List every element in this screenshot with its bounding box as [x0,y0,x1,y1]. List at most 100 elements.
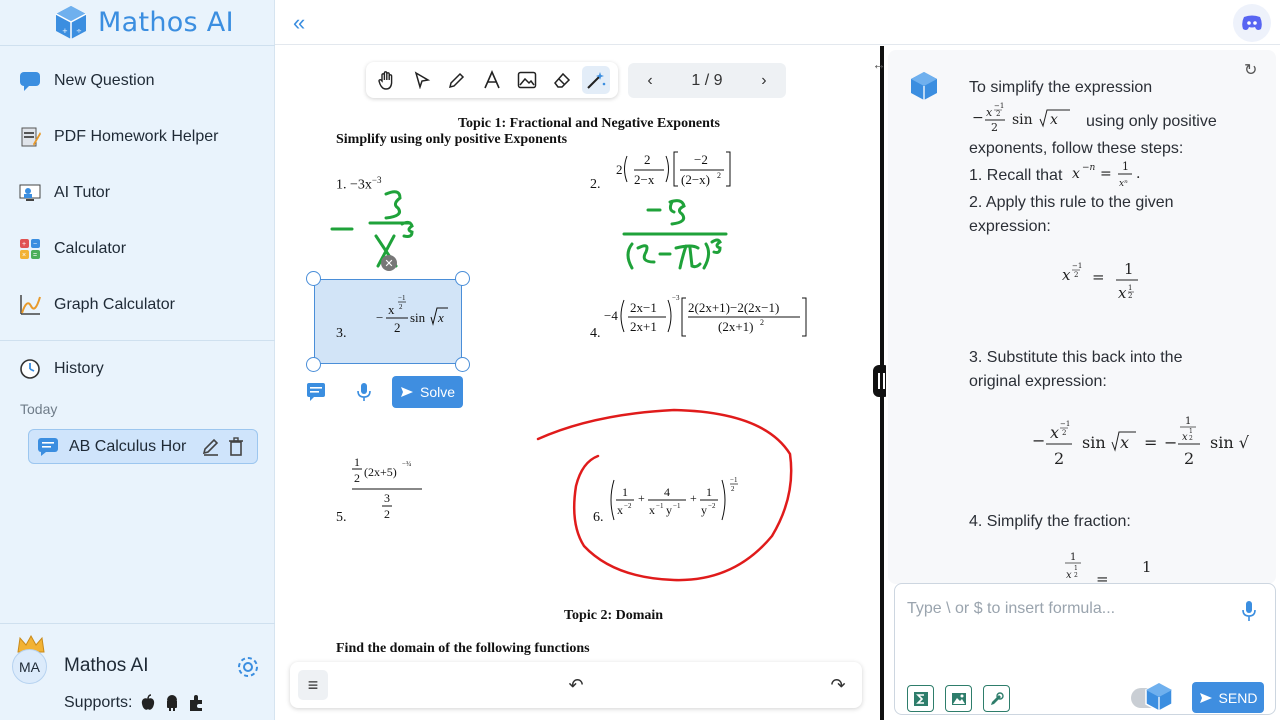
discord-icon[interactable] [1233,4,1271,42]
svg-text:x: x [1120,433,1129,452]
chat-bubble-icon [18,69,42,93]
select-tool-icon[interactable] [408,66,436,94]
send-button[interactable]: SEND [1192,682,1264,713]
substituted-expression: − x −12 2 sin x = − 1x12 2 sin √ [1032,416,1250,468]
delete-icon[interactable] [227,436,245,457]
svg-text:xⁿ: xⁿ [1119,179,1128,189]
close-icon[interactable]: ✕ [381,255,397,271]
redo-icon[interactable]: ↷ [823,670,853,700]
rule-applied-expression: x −12 = 1x 12 [1062,260,1138,302]
apple-icon[interactable] [140,694,156,712]
svg-text:x: x [1050,423,1059,442]
resize-handle[interactable] [455,271,470,286]
history-item-label: AB Calculus Hor [69,437,187,455]
svg-text:−n: −n [1082,163,1096,173]
supports-row: Supports: [64,694,204,712]
text-tool-icon[interactable] [478,66,506,94]
avatar[interactable]: MA [12,649,47,684]
hand-tool-icon[interactable] [373,66,401,94]
microphone-icon[interactable] [1241,600,1257,622]
sidebar-item-new-question[interactable]: New Question [18,66,155,96]
magic-wand-tool-icon[interactable] [582,66,611,94]
divider [0,623,275,624]
pen-input-icon[interactable] [983,685,1010,712]
sidebar-item-history[interactable]: History [18,354,104,384]
svg-text:1: 1 [1122,160,1129,173]
svg-text:sin: sin [1012,112,1033,128]
chat-panel: ↻ To simplify the expression − x −1 2 2 si… [886,46,1280,720]
svg-text:2: 2 [1062,429,1066,437]
chat-input-box[interactable]: Type \ or $ to insert formula... SEND [894,583,1276,715]
svg-text:−: − [1164,433,1177,452]
topic1-title: Topic 1: Fractional and Negative Exponen… [458,116,720,131]
solve-button[interactable]: Solve [392,376,463,408]
svg-text:2: 2 [717,171,721,180]
resize-handle[interactable] [306,357,321,372]
svg-text:4: 4 [664,485,670,499]
svg-text:−2: −2 [708,502,716,510]
pen-tool-icon[interactable] [443,66,471,94]
sidebar-item-calculator[interactable]: + − × = Calculator [18,234,126,264]
app-title: Mathos AI [98,6,234,38]
resize-arrows-icon[interactable]: ↔ [872,56,886,72]
svg-text:3: 3 [384,491,390,505]
svg-text:1: 1 [706,485,712,499]
problem-3-expression: − x−12 2 sin x [376,294,448,335]
chat-bubble-icon [38,437,58,456]
svg-text:+: + [62,27,68,35]
prev-page-button[interactable]: ‹ [647,72,652,90]
eraser-tool-icon[interactable] [548,66,576,94]
model-toggle[interactable] [1131,682,1173,712]
message-line: expression: [969,218,1051,235]
sidebar-item-label: AI Tutor [54,184,111,201]
app-logo[interactable]: + ÷ Mathos AI [52,2,234,42]
extension-icon[interactable] [188,694,204,712]
problem-5-expression: 1 2 (2x+5) −¾ 3 2 [352,455,422,521]
svg-text:x: x [617,503,623,517]
next-page-button[interactable]: › [761,72,766,90]
svg-text:2: 2 [1189,435,1193,442]
sidebar-item-ai-tutor[interactable]: AI Tutor [18,178,110,208]
svg-text:2: 2 [1074,572,1078,579]
svg-text:x: x [1182,432,1188,443]
comment-icon[interactable] [306,382,326,402]
microphone-icon[interactable] [356,382,372,402]
history-label: History [54,360,104,377]
history-item[interactable]: AB Calculus Hor [28,429,258,464]
svg-text:1: 1 [1070,552,1076,563]
sidebar-item-label: Graph Calculator [54,296,175,313]
divider [0,340,275,341]
pdf-icon [18,125,42,149]
edit-icon[interactable] [201,437,221,457]
chat-input-placeholder[interactable]: Type \ or $ to insert formula... [907,600,1115,618]
svg-text:y: y [701,503,707,517]
svg-text:+: + [690,491,697,505]
supports-label: Supports: [64,694,133,711]
image-upload-icon[interactable] [945,685,972,712]
android-icon[interactable] [164,694,180,712]
svg-text:=: = [1092,268,1105,286]
collapse-sidebar-icon[interactable]: « [293,10,305,36]
svg-text:y: y [666,503,672,517]
image-tool-icon[interactable] [513,66,541,94]
handwritten-answer-2 [622,199,728,270]
sidebar-item-pdf-homework-helper[interactable]: PDF Homework Helper [18,122,218,152]
svg-text:−1: −1 [994,102,1004,110]
menu-icon[interactable]: ≡ [298,670,328,700]
svg-text:−1: −1 [1060,420,1070,428]
undo-icon[interactable]: ↶ [561,670,591,700]
svg-text:−3: −3 [672,294,680,302]
formula-icon[interactable] [907,685,934,712]
svg-text:x: x [437,310,444,325]
svg-text:2: 2 [760,318,764,327]
pdf-viewer[interactable]: ‹ 1 / 9 › Topic 1: Fractional and Negati… [276,46,880,720]
svg-text:x: x [986,106,993,119]
resize-handle[interactable] [306,271,321,286]
svg-text:(2x+5): (2x+5) [364,465,397,479]
topic2-subtitle: Find the domain of the following functio… [336,641,590,656]
sidebar-item-graph-calculator[interactable]: Graph Calculator [18,290,175,320]
svg-text:.: . [1136,166,1140,182]
resize-handle[interactable] [455,357,470,372]
assistant-avatar-icon [911,72,937,100]
gear-icon[interactable] [236,655,260,679]
